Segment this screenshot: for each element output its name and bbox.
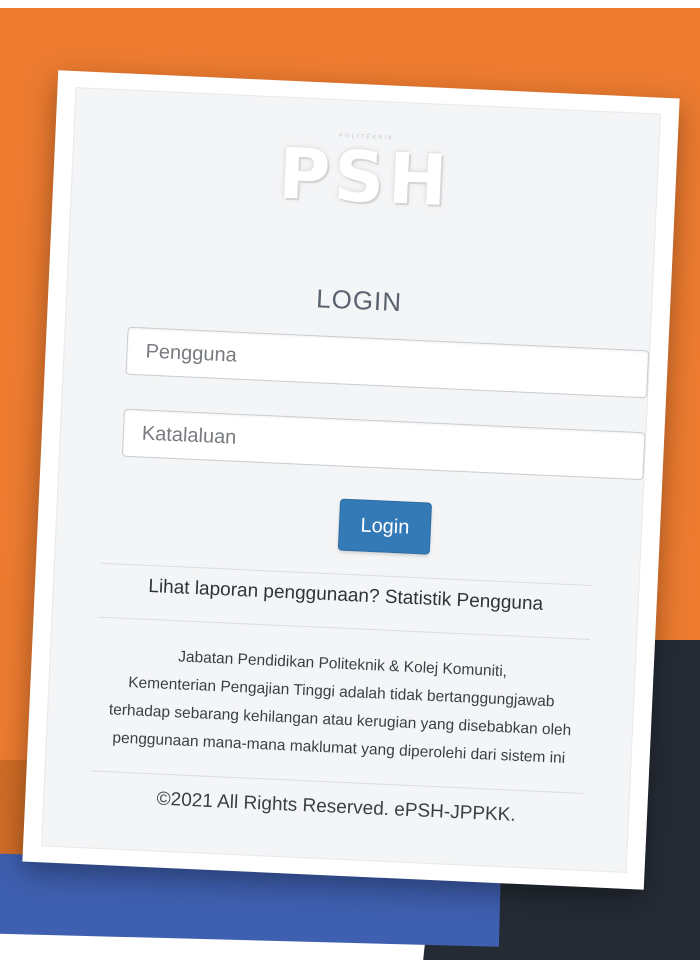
- page-title: LOGIN: [315, 283, 403, 318]
- login-button[interactable]: Login: [337, 498, 433, 555]
- login-panel: POLITEKNIK PSH LOGIN Pengguna Katalaluan…: [41, 87, 661, 873]
- divider: [98, 616, 591, 641]
- password-placeholder: Katalaluan: [141, 421, 237, 449]
- logo-sub-line: [361, 214, 365, 220]
- usage-stats-link[interactable]: Lihat laporan penggunaan? Statistik Peng…: [54, 572, 638, 620]
- username-input[interactable]: Pengguna: [125, 326, 650, 399]
- username-placeholder: Pengguna: [145, 340, 238, 367]
- login-card: POLITEKNIK PSH LOGIN Pengguna Katalaluan…: [22, 70, 680, 890]
- disclaimer-text: Jabatan Pendidikan Politeknik & Kolej Ko…: [96, 640, 585, 774]
- psh-logo: POLITEKNIK PSH: [71, 120, 658, 234]
- logo-main-text: PSH: [276, 132, 453, 223]
- password-input[interactable]: Katalaluan: [121, 408, 646, 481]
